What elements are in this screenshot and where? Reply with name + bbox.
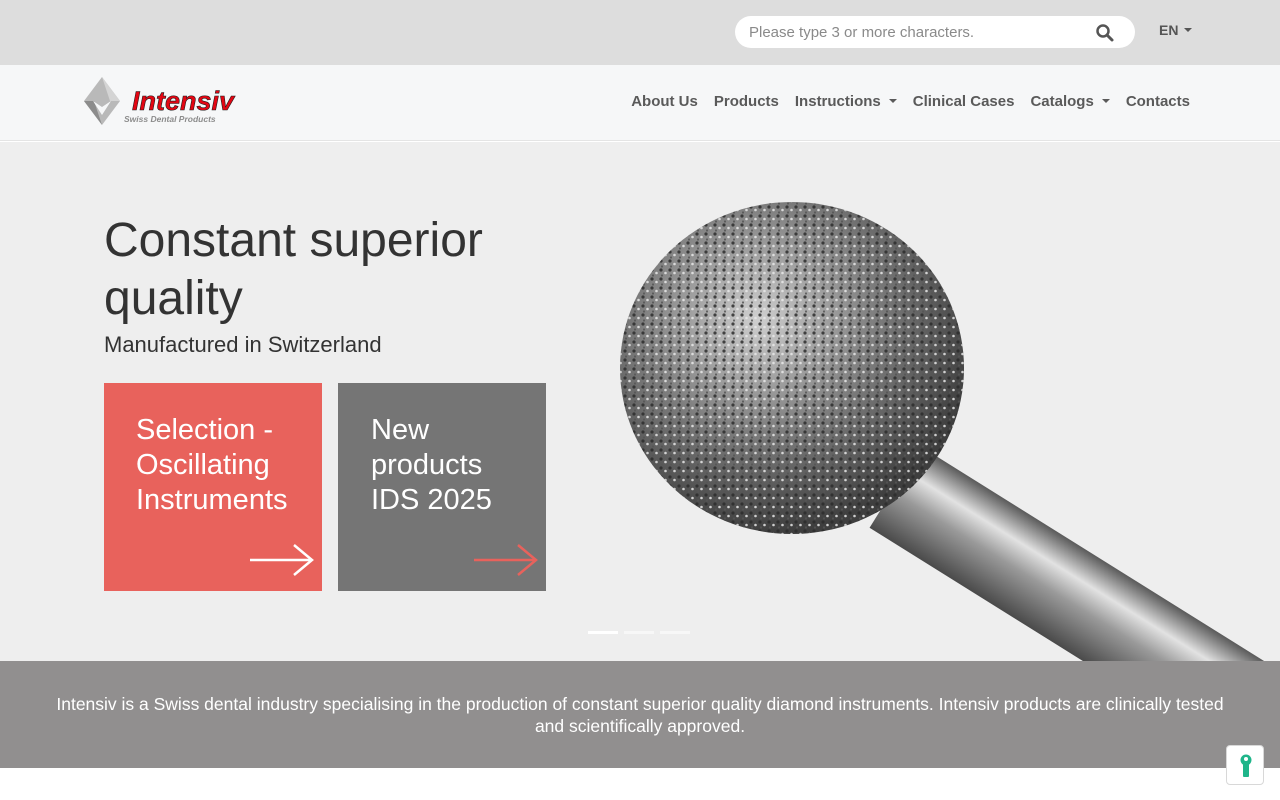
- nav-clinical-cases[interactable]: Clinical Cases: [913, 93, 1015, 110]
- nav-instructions-label: Instructions: [794, 93, 881, 110]
- search-icon[interactable]: [1095, 23, 1115, 43]
- top-bar: EN: [0, 0, 1280, 65]
- logo-image: Intensiv Swiss Dental Products: [84, 77, 236, 125]
- brand-logo[interactable]: Intensiv Swiss Dental Products: [80, 77, 290, 129]
- nav-catalogs-label: Catalogs: [1030, 93, 1094, 110]
- hero-carousel: Constant superior quality Manufactured i…: [0, 142, 1280, 661]
- diamond-bur-image: [620, 202, 1280, 661]
- accessibility-helper-button[interactable]: [1226, 745, 1264, 785]
- arrow-right-icon: [250, 544, 314, 576]
- language-label: EN: [1159, 22, 1179, 38]
- hero-subtitle: Manufactured in Switzerland: [104, 332, 382, 357]
- carousel-indicator-1[interactable]: [588, 631, 618, 634]
- carousel-indicator-2[interactable]: [624, 631, 654, 634]
- nav-instructions[interactable]: Instructions: [795, 93, 897, 110]
- nav-catalogs[interactable]: Catalogs: [1030, 93, 1110, 110]
- caret-down-icon: [1184, 28, 1193, 33]
- logo-tagline: Swiss Dental Products: [124, 114, 216, 124]
- nav-products[interactable]: Products: [714, 93, 779, 110]
- card-oscillating-instruments[interactable]: Selection - Oscillating Instruments: [104, 383, 322, 591]
- card-label: New products IDS 2025: [371, 414, 492, 516]
- carousel-indicators: [588, 631, 690, 634]
- search-box: [735, 16, 1135, 48]
- arrow-right-icon: [474, 544, 538, 576]
- card-new-products[interactable]: New products IDS 2025: [338, 383, 546, 591]
- about-banner: Intensiv is a Swiss dental industry spec…: [0, 661, 1280, 768]
- nav-contacts[interactable]: Contacts: [1126, 93, 1190, 110]
- logo-wordmark: Intensiv: [132, 86, 236, 116]
- main-navbar: Intensiv Swiss Dental Products About Us …: [0, 65, 1280, 141]
- language-selector[interactable]: EN: [1159, 22, 1193, 38]
- nav-about-us[interactable]: About Us: [631, 93, 698, 110]
- about-text: Intensiv is a Swiss dental industry spec…: [56, 694, 1224, 736]
- primary-nav: About Us Products Instructions Clinical …: [631, 93, 1190, 110]
- caret-down-icon: [888, 99, 897, 104]
- keyhole-icon: [1240, 754, 1252, 777]
- hero-title: Constant superior quality: [104, 214, 483, 325]
- caret-down-icon: [1101, 99, 1110, 104]
- carousel-indicator-3[interactable]: [660, 631, 690, 634]
- search-input[interactable]: [749, 16, 1089, 48]
- card-label: Selection - Oscillating Instruments: [136, 414, 288, 516]
